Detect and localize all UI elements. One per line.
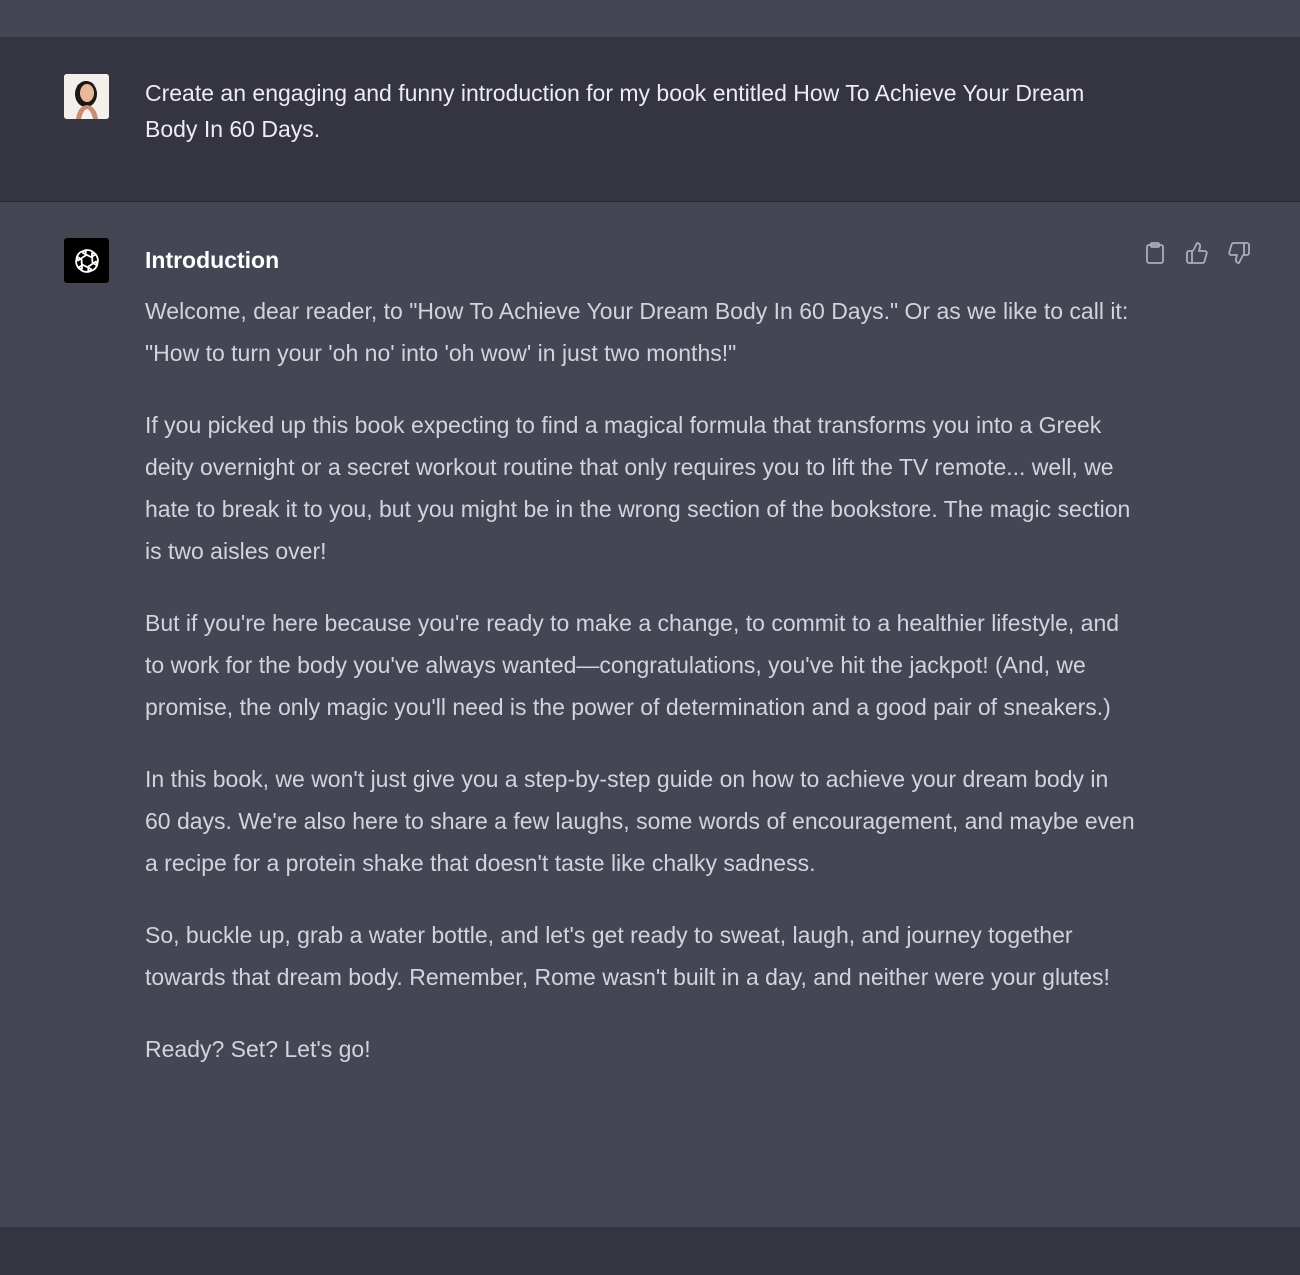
thumbs-down-button[interactable] (1226, 241, 1252, 270)
response-heading: Introduction (145, 247, 280, 273)
openai-logo-icon (64, 238, 109, 283)
thumbs-down-icon (1227, 241, 1251, 270)
message-actions (1142, 241, 1252, 270)
user-avatar (64, 74, 109, 119)
copy-button[interactable] (1142, 241, 1168, 270)
response-paragraph: So, buckle up, grab a water bottle, and … (145, 922, 1110, 990)
response-paragraph: Ready? Set? Let's go! (145, 1036, 371, 1062)
response-paragraph: Welcome, dear reader, to "How To Achieve… (145, 298, 1129, 366)
response-paragraph: But if you're here because you're ready … (145, 610, 1120, 720)
assistant-message-row: Introduction Welcome, dear reader, to "H… (0, 202, 1300, 1227)
clipboard-icon (1144, 241, 1166, 270)
thumbs-up-button[interactable] (1184, 241, 1210, 270)
top-strip (0, 0, 1300, 37)
user-message-row: Create an engaging and funny introductio… (0, 37, 1300, 202)
assistant-message-content: Introduction Welcome, dear reader, to "H… (145, 240, 1135, 1100)
response-paragraph: In this book, we won't just give you a s… (145, 766, 1135, 876)
response-paragraph: If you picked up this book expecting to … (145, 412, 1131, 564)
bottom-strip (0, 1227, 1300, 1275)
user-message-text: Create an engaging and funny introductio… (145, 80, 1085, 142)
thumbs-up-icon (1185, 241, 1209, 270)
